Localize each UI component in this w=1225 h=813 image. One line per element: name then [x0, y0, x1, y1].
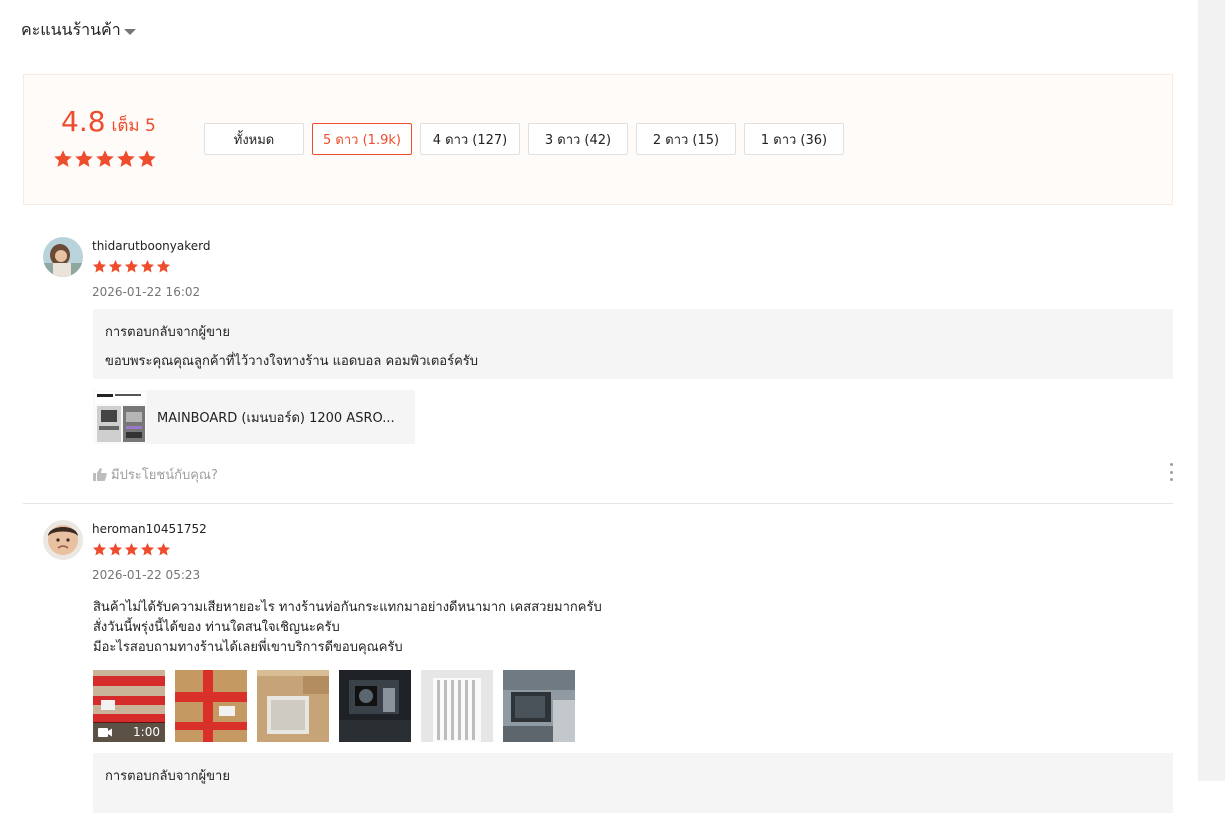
- review-username: thidarutboonyakerd: [92, 239, 211, 253]
- product-card[interactable]: MAINBOARD (เมนบอร์ด) 1200 ASRO...: [93, 390, 415, 444]
- filter-1-star[interactable]: 1 ดาว (36): [744, 123, 844, 155]
- rating-heading-dropdown[interactable]: คะแนนร้านค้า: [21, 18, 136, 43]
- review-photo[interactable]: [339, 670, 411, 742]
- star-icon: [74, 149, 94, 169]
- video-bar: 1:00: [93, 722, 165, 742]
- review-stars: [92, 259, 171, 274]
- star-icon: [140, 259, 155, 274]
- seller-reply-title: การตอบกลับจากผู้ขาย: [105, 769, 230, 784]
- caret-down-icon: [123, 28, 136, 35]
- review-date: 2026-01-22 05:23: [92, 568, 201, 582]
- star-icon: [92, 542, 107, 557]
- average-stars: [53, 149, 157, 169]
- seller-reply-title: การตอบกลับจากผู้ขาย: [105, 325, 230, 340]
- filter-5-stars[interactable]: 5 ดาว (1.9k): [312, 123, 412, 155]
- star-icon: [53, 149, 73, 169]
- review-item: thidarutboonyakerd 2026-01-22 16:02 การต…: [23, 237, 1173, 497]
- avatar[interactable]: [43, 520, 83, 560]
- review-photo[interactable]: [503, 670, 575, 742]
- review-item: heroman10451752 2026-01-22 05:23 สินค้าไ…: [23, 520, 1173, 813]
- more-vertical-icon[interactable]: [1166, 463, 1176, 481]
- review-photo[interactable]: [175, 670, 247, 742]
- average-out-of: เต็ม 5: [111, 116, 156, 136]
- helpful-button[interactable]: มีประโยชน์กับคุณ?: [93, 464, 218, 485]
- filter-2-stars[interactable]: 2 ดาว (15): [636, 123, 736, 155]
- review-comment-line: มีอะไรสอบถามทางร้านได้เลยพี่เขาบริการดีข…: [93, 640, 403, 655]
- star-icon: [108, 542, 123, 557]
- star-icon: [108, 259, 123, 274]
- review-video-thumbnail[interactable]: 1:00: [93, 670, 165, 742]
- review-photo[interactable]: [257, 670, 329, 742]
- thumb-up-icon: [93, 468, 107, 481]
- average-score: 4.8 เต็ม 5: [61, 105, 156, 139]
- seller-reply-text: ขอบพระคุณคุณลูกค้าที่ไว้วางใจทางร้าน แอด…: [105, 354, 479, 369]
- star-icon: [124, 542, 139, 557]
- average-value: 4.8: [61, 105, 106, 138]
- star-icon: [156, 259, 171, 274]
- review-photo[interactable]: [421, 670, 493, 742]
- star-icon: [156, 542, 171, 557]
- star-icon: [140, 542, 155, 557]
- review-comment-line: สินค้าไม่ได้รับความเสียหายอะไร ทางร้านห่…: [93, 600, 602, 615]
- review-stars: [92, 542, 171, 557]
- scrollbar-track[interactable]: [1198, 0, 1225, 781]
- rating-heading: คะแนนร้านค้า: [21, 20, 121, 39]
- avatar[interactable]: [43, 237, 83, 277]
- star-icon: [124, 259, 139, 274]
- video-duration: 1:00: [133, 725, 160, 739]
- seller-reply: การตอบกลับจากผู้ขาย: [93, 753, 1173, 813]
- seller-reply: การตอบกลับจากผู้ขาย ขอบพระคุณคุณลูกค้าที…: [93, 309, 1173, 379]
- helpful-label: มีประโยชน์กับคุณ?: [111, 468, 218, 483]
- filter-4-stars[interactable]: 4 ดาว (127): [420, 123, 520, 155]
- review-username: heroman10451752: [92, 522, 207, 536]
- star-icon: [116, 149, 136, 169]
- review-date: 2026-01-22 16:02: [92, 285, 201, 299]
- product-name: MAINBOARD (เมนบอร์ด) 1200 ASRO...: [157, 410, 395, 426]
- filter-3-stars[interactable]: 3 ดาว (42): [528, 123, 628, 155]
- product-thumbnail: [93, 390, 147, 444]
- video-camera-icon: [98, 727, 112, 737]
- rating-filters: ทั้งหมด 5 ดาว (1.9k) 4 ดาว (127) 3 ดาว (…: [204, 123, 844, 155]
- review-media: 1:00: [93, 670, 575, 742]
- star-icon: [92, 259, 107, 274]
- filter-all[interactable]: ทั้งหมด: [204, 123, 304, 155]
- review-comment-line: สั่งวันนี้พรุ่งนี้ได้ของ ท่านใดสนใจเชิญน…: [93, 620, 340, 635]
- rating-summary: 4.8 เต็ม 5 ทั้งหมด 5 ดาว (1.9k) 4 ดาว (1…: [23, 74, 1173, 205]
- star-icon: [95, 149, 115, 169]
- star-icon: [137, 149, 157, 169]
- review-divider: [23, 503, 1173, 504]
- review-comment: สินค้าไม่ได้รับความเสียหายอะไร ทางร้านห่…: [93, 598, 602, 658]
